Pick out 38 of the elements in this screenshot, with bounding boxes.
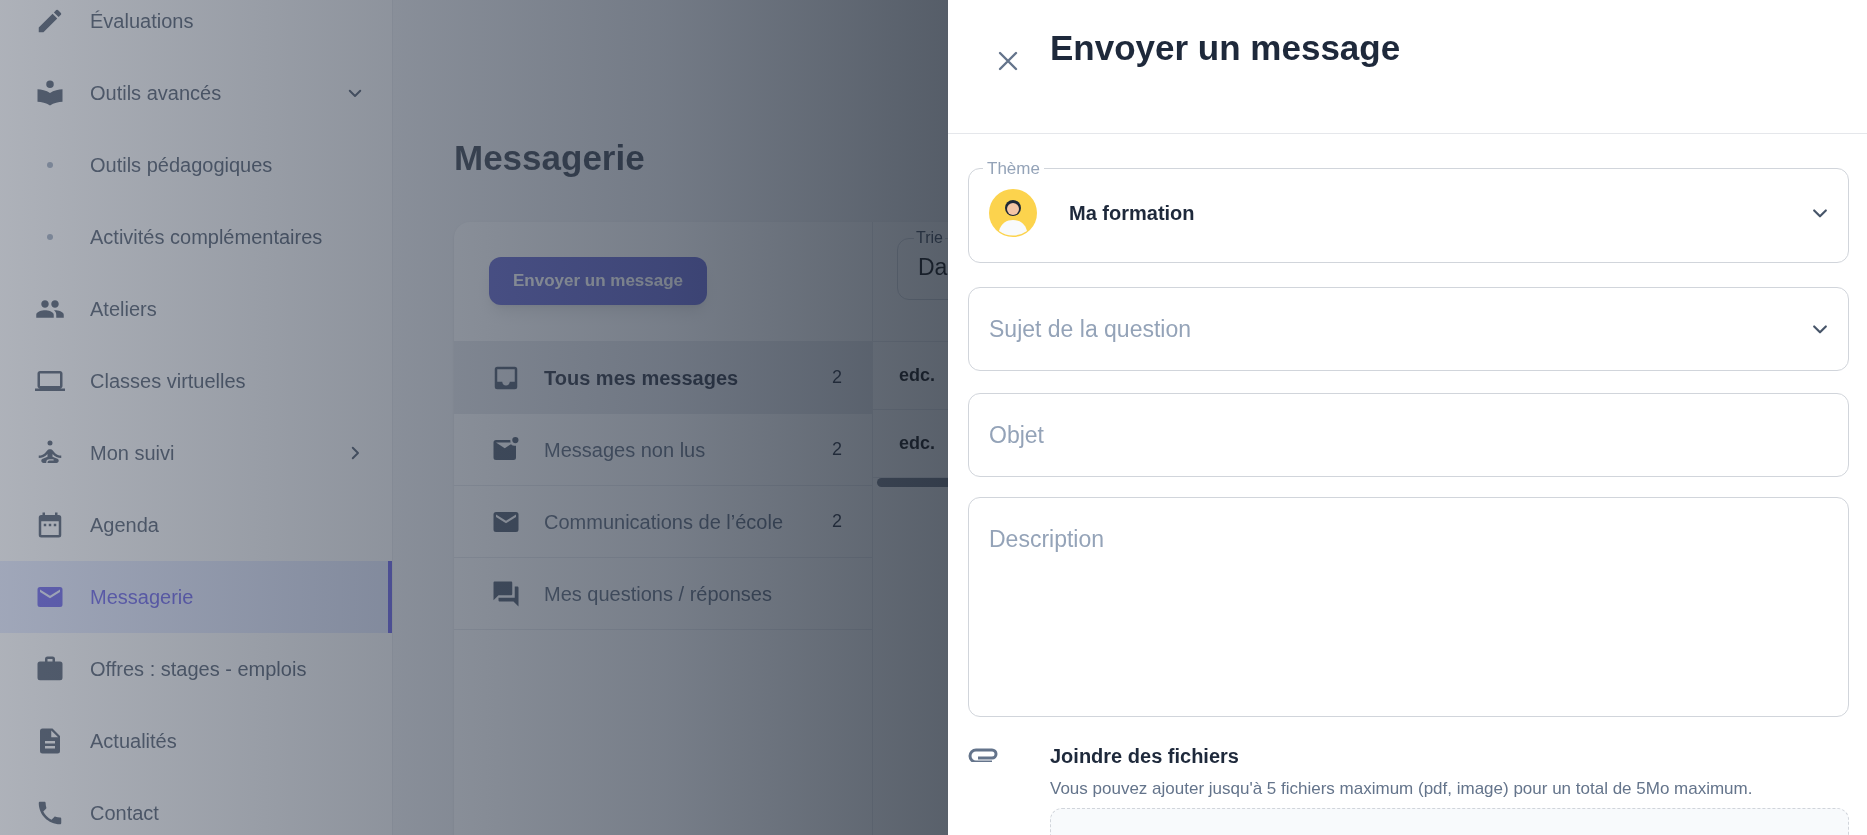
sidebar-item[interactable]: Agenda — [0, 489, 392, 561]
folder-count: 2 — [832, 510, 842, 533]
sidebar-subitem[interactable]: Activités complémentaires — [0, 201, 392, 273]
paperclip-icon — [968, 746, 1000, 762]
sidebar-item[interactable]: Actualités — [0, 705, 392, 777]
avatar-icon — [989, 188, 1037, 237]
theme-label: Thème — [986, 158, 1041, 180]
close-icon — [996, 49, 1020, 73]
folder-item[interactable]: Communications de l’école 2 — [454, 486, 872, 558]
folder-count: 2 — [832, 438, 842, 461]
description-field[interactable]: Description — [968, 497, 1849, 717]
subject-placeholder: Sujet de la question — [989, 314, 1193, 344]
sidebar-subitem[interactable]: Outils pédagogiques — [0, 129, 392, 201]
sidebar-item[interactable]: Contact — [0, 777, 392, 835]
sidebar-item[interactable]: Mon suivi — [0, 417, 392, 489]
attachments-hint: Vous pouvez ajouter jusqu'à 5 fichiers maximum (pdf, image) pour un total de 5Mo maximum. — [1050, 778, 1754, 800]
sidebar-item[interactable]: Ateliers — [0, 273, 392, 345]
sender-logo: edc. — [899, 432, 936, 455]
theme-value: Ma formation — [1069, 200, 1196, 226]
book-reader-icon — [35, 78, 65, 108]
bullet-icon — [47, 162, 53, 168]
folder-item[interactable]: Mes questions / réponses — [454, 558, 872, 630]
subject-select[interactable]: Sujet de la question — [968, 287, 1849, 371]
bullet-icon — [47, 234, 53, 240]
folder-item[interactable]: Tous mes messages 2 — [454, 342, 872, 414]
object-field[interactable]: Objet — [968, 393, 1849, 477]
sender-logo: edc. — [899, 364, 936, 387]
sidebar-item[interactable]: Évaluations — [0, 0, 392, 57]
sidebar-item[interactable]: Messagerie — [0, 561, 392, 633]
page-title: Messagerie — [454, 137, 646, 179]
folder-item[interactable]: Messages non lus 2 — [454, 414, 872, 486]
sort-value: Da — [918, 254, 948, 280]
folder-count: 2 — [832, 366, 842, 389]
sidebar-item[interactable]: Outils avancés — [0, 57, 392, 129]
sidebar-item[interactable]: Offres : stages - emplois — [0, 633, 392, 705]
sidebar-item[interactable]: Classes virtuelles — [0, 345, 392, 417]
panel-title: Envoyer un message — [1050, 27, 1401, 69]
attachments-title: Joindre des fichiers — [1050, 744, 1240, 769]
